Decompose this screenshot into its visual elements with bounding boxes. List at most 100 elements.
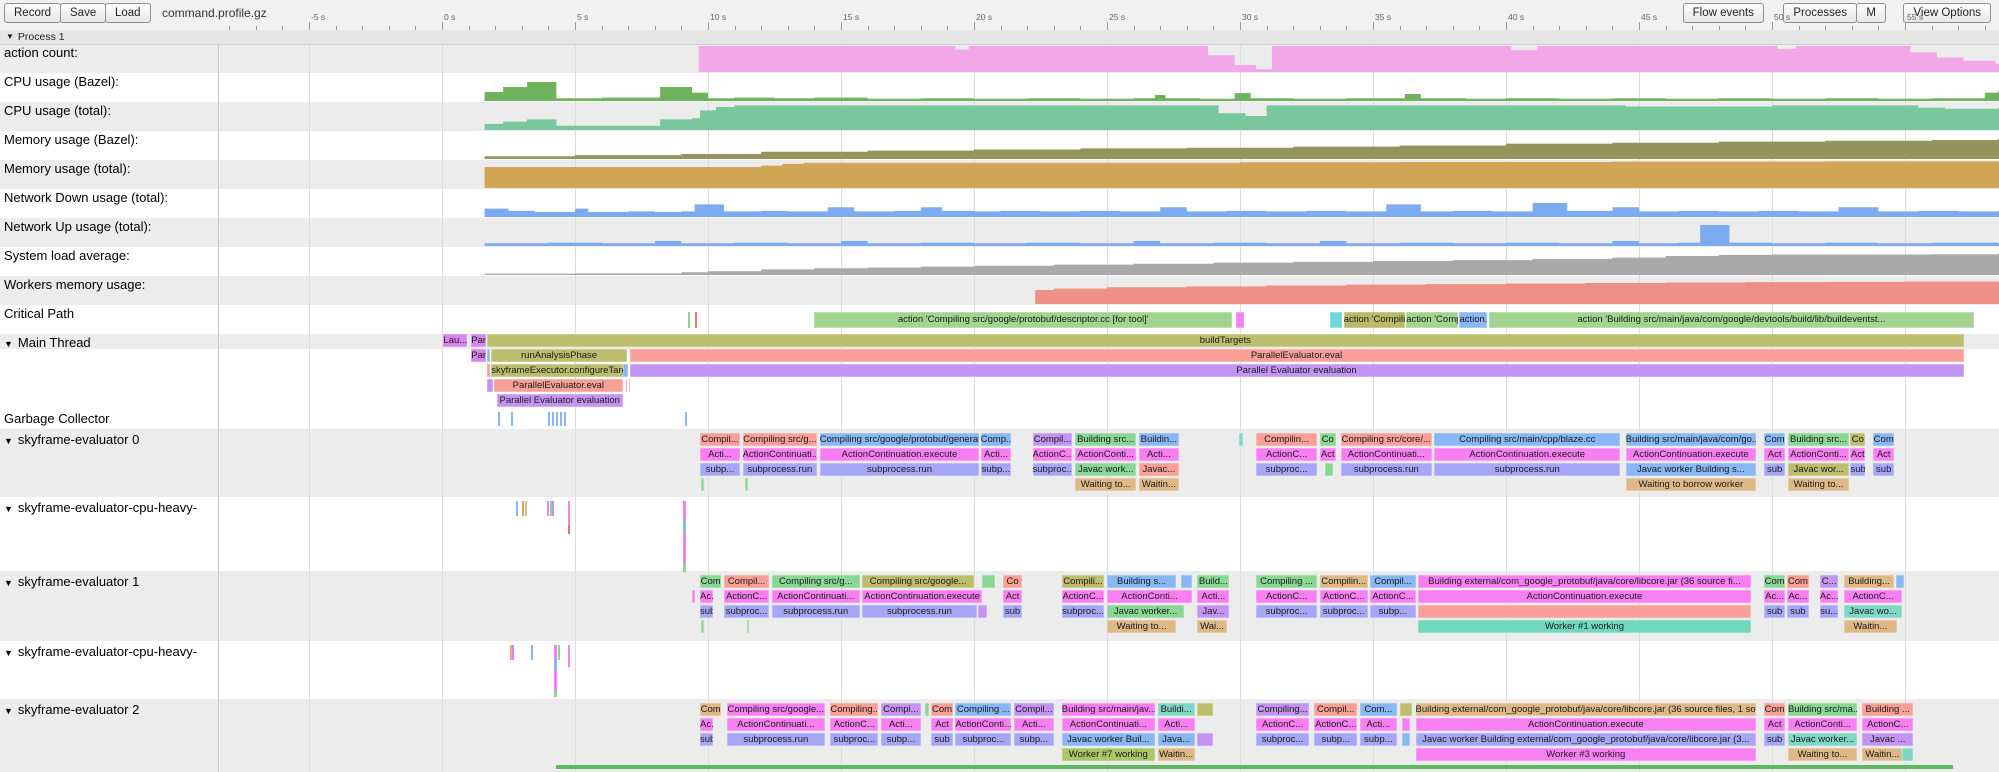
trace-bar[interactable]: Par <box>471 334 486 347</box>
trace-bar[interactable]: Com <box>1764 703 1785 716</box>
trace-bar[interactable]: ActionContinuati... <box>727 718 825 731</box>
trace-bar[interactable]: Compi... <box>881 703 921 716</box>
trace-bar[interactable]: Compil... <box>1314 703 1357 716</box>
trace-bar[interactable]: subprocess.run <box>772 605 860 618</box>
trace-bar[interactable]: Com <box>1764 433 1785 446</box>
trace-bar[interactable]: action 'Compiling src/google/protobuf/de… <box>814 312 1232 328</box>
trace-bar[interactable]: Compiling src/core/... <box>1341 433 1431 446</box>
trace-bar[interactable]: Com <box>1787 575 1810 588</box>
trace-bar[interactable]: subprocess.run <box>1434 463 1620 476</box>
trace-bar[interactable]: action 'Compili... <box>1406 312 1458 328</box>
trace-bar[interactable]: Wai... <box>1197 620 1226 633</box>
trace-bar[interactable]: Co <box>1320 433 1336 446</box>
trace-bar[interactable]: ActionContinuati... <box>772 590 860 603</box>
trace-bar[interactable]: Worker #3 working <box>1416 748 1756 761</box>
trace-bar[interactable]: subp... <box>1360 733 1397 746</box>
trace-bar[interactable]: sub <box>1850 463 1865 476</box>
trace-bar[interactable]: Compiling src/google... <box>727 703 825 716</box>
trace-bar[interactable]: ParallelEvaluator.eval <box>494 379 623 392</box>
trace-bar[interactable] <box>701 620 704 633</box>
trace-bar[interactable]: Acti... <box>881 718 921 731</box>
trace-bar[interactable]: Ac... <box>700 590 713 603</box>
trace-bar[interactable]: sub <box>1873 463 1894 476</box>
trace-bar[interactable]: Javac work... <box>1075 463 1136 476</box>
trace-bar[interactable]: sub <box>700 733 713 746</box>
trace-bar[interactable] <box>1418 605 1751 618</box>
trace-bar[interactable] <box>701 478 704 491</box>
row-label-evaluator-2[interactable]: ▼skyframe-evaluator 1 <box>4 574 139 589</box>
trace-bar[interactable] <box>1236 312 1244 328</box>
event-tick[interactable] <box>498 412 500 426</box>
trace-bar[interactable]: Acti... <box>981 448 1012 461</box>
trace-bar[interactable]: subproc... <box>724 605 769 618</box>
trace-bar[interactable]: su... <box>1820 605 1839 618</box>
trace-bar[interactable]: Building src... <box>1788 433 1849 446</box>
trace-bar[interactable]: Worker #7 working <box>1062 748 1155 761</box>
trace-bar[interactable]: Parallel Evaluator evaluation <box>497 394 623 407</box>
trace-bar[interactable]: Javac... <box>1139 463 1179 476</box>
metrics-button[interactable]: M <box>1856 3 1886 23</box>
trace-bar[interactable] <box>978 605 987 618</box>
trace-bar[interactable]: Javac ... <box>1862 733 1913 746</box>
trace-bar[interactable]: Javac wo... <box>1844 605 1903 618</box>
trace-bar[interactable]: Worker #1 working <box>1418 620 1751 633</box>
counter-cpu-bazel[interactable] <box>218 73 1999 101</box>
trace-bar[interactable]: Buildin... <box>1139 433 1179 446</box>
trace-bar[interactable]: sub <box>1764 463 1785 476</box>
trace-bar[interactable]: action... <box>1459 312 1487 328</box>
trace-bar[interactable] <box>1400 703 1412 716</box>
event-tick[interactable] <box>685 412 687 426</box>
event-tick[interactable] <box>531 645 533 660</box>
trace-bar[interactable]: sub <box>931 733 952 746</box>
trace-bar[interactable]: Building src/ma... <box>1788 703 1857 716</box>
trace-bar[interactable]: ActionContinuation.execute <box>1418 590 1751 603</box>
trace-bar[interactable] <box>1239 433 1243 446</box>
trace-bar[interactable]: Acti... <box>1158 718 1195 731</box>
trace-bar[interactable]: Ac... <box>1787 590 1810 603</box>
trace-bar[interactable]: Building external/com_google_protobuf/ja… <box>1416 703 1756 716</box>
trace-bar[interactable] <box>487 349 491 362</box>
trace-bar[interactable]: Parallel Evaluator evaluation <box>630 364 1964 377</box>
trace-bar[interactable]: Lau... <box>443 334 467 347</box>
trace-bar[interactable]: ActionC... <box>1256 590 1317 603</box>
event-tick[interactable] <box>556 412 558 426</box>
trace-bar[interactable]: Com <box>931 703 952 716</box>
trace-bar[interactable]: subproc... <box>830 733 878 746</box>
trace-bar[interactable]: ActionConti... <box>955 718 1011 731</box>
trace-bar[interactable]: buildTargets <box>487 334 1963 347</box>
trace-bar[interactable]: subproc... <box>1256 605 1317 618</box>
trace-bar[interactable]: Building external/com_google_protobuf/ja… <box>1418 575 1751 588</box>
trace-bar[interactable]: runAnalysisPhase <box>491 349 627 362</box>
counter-mem-bazel[interactable] <box>218 131 1999 159</box>
counter-cpu-total[interactable] <box>218 102 1999 130</box>
trace-bar[interactable]: Ac... <box>700 718 713 731</box>
trace-bar[interactable]: ActionC... <box>1862 718 1913 731</box>
event-tick[interactable] <box>558 645 560 660</box>
counter-net-down[interactable] <box>218 189 1999 217</box>
trace-bar[interactable]: Com <box>700 575 721 588</box>
trace-bar[interactable]: Javac wor... <box>1788 463 1849 476</box>
trace-bar[interactable]: Javac worker Building external/com_googl… <box>1416 733 1756 746</box>
trace-bar[interactable]: Compiling src/main/cpp/blaze.cc <box>1434 433 1620 446</box>
trace-bar[interactable]: Waiting to... <box>1107 620 1176 633</box>
load-button[interactable]: Load <box>105 3 151 23</box>
event-tick[interactable] <box>548 412 550 426</box>
trace-bar[interactable]: ActionContinuation.execute <box>1416 718 1756 731</box>
counter-workers-mem[interactable] <box>218 276 1999 304</box>
trace-bar[interactable]: Waitin... <box>1862 748 1902 761</box>
save-button[interactable]: Save <box>60 3 106 23</box>
trace-bar[interactable]: Waitin... <box>1158 748 1195 761</box>
record-button[interactable]: Record <box>4 3 61 23</box>
trace-bar[interactable]: Building src/main/java/com/go... <box>1626 433 1756 446</box>
trace-bar[interactable]: ActionContinuation.execute <box>820 448 980 461</box>
trace-bar[interactable] <box>1902 748 1913 761</box>
row-label-evaluator-1[interactable]: ▼skyframe-evaluator-cpu-heavy- <box>4 500 197 515</box>
trace-bar[interactable]: Java... <box>1158 733 1195 746</box>
trace-bar[interactable]: subp... <box>1370 605 1415 618</box>
trace-bar[interactable]: Acti... <box>1360 718 1397 731</box>
trace-bar[interactable]: subp... <box>981 463 1012 476</box>
trace-bar[interactable]: Compiling src/google... <box>862 575 974 588</box>
trace-bar[interactable] <box>487 379 492 392</box>
event-tick[interactable] <box>525 501 527 516</box>
counter-action-count[interactable] <box>218 44 1999 72</box>
